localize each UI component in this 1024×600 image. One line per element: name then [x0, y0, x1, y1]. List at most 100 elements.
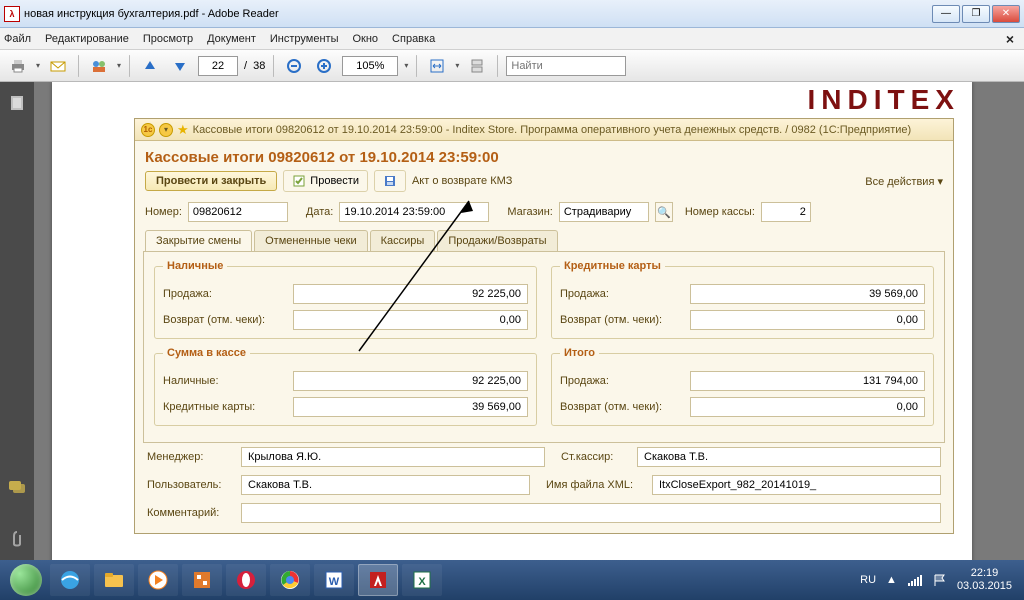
legend-total: Итого: [560, 347, 599, 359]
start-button[interactable]: [6, 560, 46, 600]
lbl-number: Номер:: [145, 206, 182, 218]
lbl-card-sale: Продажа:: [560, 288, 690, 300]
menu-window[interactable]: Окно: [352, 33, 378, 45]
scroll-mode-icon[interactable]: [465, 54, 489, 78]
cash-return-value[interactable]: 0,00: [293, 310, 528, 330]
stcashier-field[interactable]: Скакова Т.В.: [637, 447, 941, 467]
menu-tools[interactable]: Инструменты: [270, 33, 339, 45]
tray-network-icon[interactable]: [907, 573, 923, 587]
zoom-in-icon[interactable]: [312, 54, 336, 78]
fit-width-icon[interactable]: [425, 54, 449, 78]
lbl-total-return: Возврат (отм. чеки):: [560, 401, 690, 413]
sum-cards-value[interactable]: 39 569,00: [293, 397, 528, 417]
minimize-button[interactable]: —: [932, 5, 960, 23]
manager-field[interactable]: Крылова Я.Ю.: [241, 447, 545, 467]
taskbar-wmp-icon[interactable]: [138, 564, 178, 596]
page-down-icon[interactable]: [168, 54, 192, 78]
pages-panel-icon[interactable]: [8, 94, 26, 112]
c1-dropdown-icon[interactable]: ▾: [159, 123, 173, 137]
shop-input[interactable]: [559, 202, 649, 222]
cash-sale-value[interactable]: 92 225,00: [293, 284, 528, 304]
legend-sum: Сумма в кассе: [163, 347, 250, 359]
tray-lang[interactable]: RU: [860, 574, 876, 586]
card-return-value[interactable]: 0,00: [690, 310, 925, 330]
tab-cancelled[interactable]: Отмененные чеки: [254, 230, 368, 251]
tray-flag-icon[interactable]: [933, 573, 947, 587]
window-titlebar: λ новая инструкция бухгалтерия.pdf - Ado…: [0, 0, 1024, 28]
tray-clock[interactable]: 22:19 03.03.2015: [957, 567, 1012, 593]
tab-body: Наличные Продажа: 92 225,00 Возврат (отм.…: [143, 251, 945, 443]
tab-sales-returns[interactable]: Продажи/Возвраты: [437, 230, 557, 251]
tray-up-icon[interactable]: ▲: [886, 574, 897, 586]
attachments-panel-icon[interactable]: [8, 530, 26, 548]
page-up-icon[interactable]: [138, 54, 162, 78]
menu-document[interactable]: Документ: [207, 33, 256, 45]
taskbar-adobe-icon[interactable]: [358, 564, 398, 596]
lbl-card-return: Возврат (отм. чеки):: [560, 314, 690, 326]
shop-search-icon[interactable]: 🔍: [655, 202, 673, 222]
taskbar-excel-icon[interactable]: X: [402, 564, 442, 596]
lbl-kassa: Номер кассы:: [685, 206, 755, 218]
post-and-close-button[interactable]: Провести и закрыть: [145, 171, 277, 191]
taskbar-word-icon[interactable]: W: [314, 564, 354, 596]
svg-text:W: W: [329, 576, 340, 588]
legend-cards: Кредитные карты: [560, 260, 665, 272]
group-total: Итого Продажа:131 794,00 Возврат (отм. ч…: [551, 347, 934, 426]
lbl-date: Дата:: [306, 206, 333, 218]
taskbar-app1-icon[interactable]: [182, 564, 222, 596]
print-icon[interactable]: [6, 54, 30, 78]
taskbar-ie-icon[interactable]: [50, 564, 90, 596]
kassa-input[interactable]: [761, 202, 811, 222]
maximize-button[interactable]: ❐: [962, 5, 990, 23]
all-actions-button[interactable]: Все действия ▾: [865, 175, 943, 188]
tray-time: 22:19: [957, 567, 1012, 580]
find-input[interactable]: [506, 56, 626, 76]
comments-panel-icon[interactable]: [8, 478, 26, 496]
group-cash: Наличные Продажа:92 225,00 Возврат (отм.…: [154, 260, 537, 339]
group-sum: Сумма в кассе Наличные:92 225,00 Кредитн…: [154, 347, 537, 426]
menu-view[interactable]: Просмотр: [143, 33, 193, 45]
card-sale-value[interactable]: 39 569,00: [690, 284, 925, 304]
act-return-link[interactable]: Акт о возврате КМЗ: [412, 175, 512, 187]
tab-close-shift[interactable]: Закрытие смены: [145, 230, 252, 251]
c1-titlebar: 1c ▾ ★ Кассовые итоги 09820612 от 19.10.…: [135, 119, 953, 141]
c1-heading: Кассовые итоги 09820612 от 19.10.2014 23…: [135, 141, 953, 170]
lbl-user: Пользователь:: [147, 479, 235, 491]
menu-edit[interactable]: Редактирование: [45, 33, 129, 45]
c1-star-icon[interactable]: ★: [177, 122, 189, 138]
taskbar-chrome-icon[interactable]: [270, 564, 310, 596]
legend-cash: Наличные: [163, 260, 227, 272]
close-button[interactable]: ✕: [992, 5, 1020, 23]
total-sale-value[interactable]: 131 794,00: [690, 371, 925, 391]
c1-logo-icon: 1c: [141, 123, 155, 137]
date-input[interactable]: [339, 202, 489, 222]
zoom-out-icon[interactable]: [282, 54, 306, 78]
total-return-value[interactable]: 0,00: [690, 397, 925, 417]
lbl-xml: Имя файла XML:: [546, 479, 646, 491]
email-icon[interactable]: [46, 54, 70, 78]
doc-close-button[interactable]: ×: [1006, 31, 1020, 47]
sum-cash-value[interactable]: 92 225,00: [293, 371, 528, 391]
lbl-comment: Комментарий:: [147, 507, 235, 519]
lbl-shop: Магазин:: [507, 206, 553, 218]
xml-field[interactable]: ItxCloseExport_982_20141019_: [652, 475, 941, 495]
menu-help[interactable]: Справка: [392, 33, 435, 45]
save-button[interactable]: [374, 170, 406, 192]
window-title: новая инструкция бухгалтерия.pdf - Adobe…: [24, 8, 279, 20]
tab-cashiers[interactable]: Кассиры: [370, 230, 436, 251]
taskbar-opera-icon[interactable]: [226, 564, 266, 596]
taskbar-explorer-icon[interactable]: [94, 564, 134, 596]
zoom-input[interactable]: [342, 56, 398, 76]
menu-file[interactable]: Файл: [4, 33, 31, 45]
post-button[interactable]: Провести: [283, 170, 368, 192]
comment-field[interactable]: [241, 503, 941, 523]
svg-text:X: X: [418, 576, 426, 588]
number-input[interactable]: [188, 202, 288, 222]
reader-sidebar: [0, 82, 34, 560]
user-field[interactable]: Скакова Т.В.: [241, 475, 530, 495]
collab-icon[interactable]: [87, 54, 111, 78]
taskbar: W X RU ▲ 22:19 03.03.2015: [0, 560, 1024, 600]
lbl-stcashier: Ст.кассир:: [561, 451, 631, 463]
page-number-input[interactable]: [198, 56, 238, 76]
c1-window: 1c ▾ ★ Кассовые итоги 09820612 от 19.10.…: [134, 118, 954, 534]
